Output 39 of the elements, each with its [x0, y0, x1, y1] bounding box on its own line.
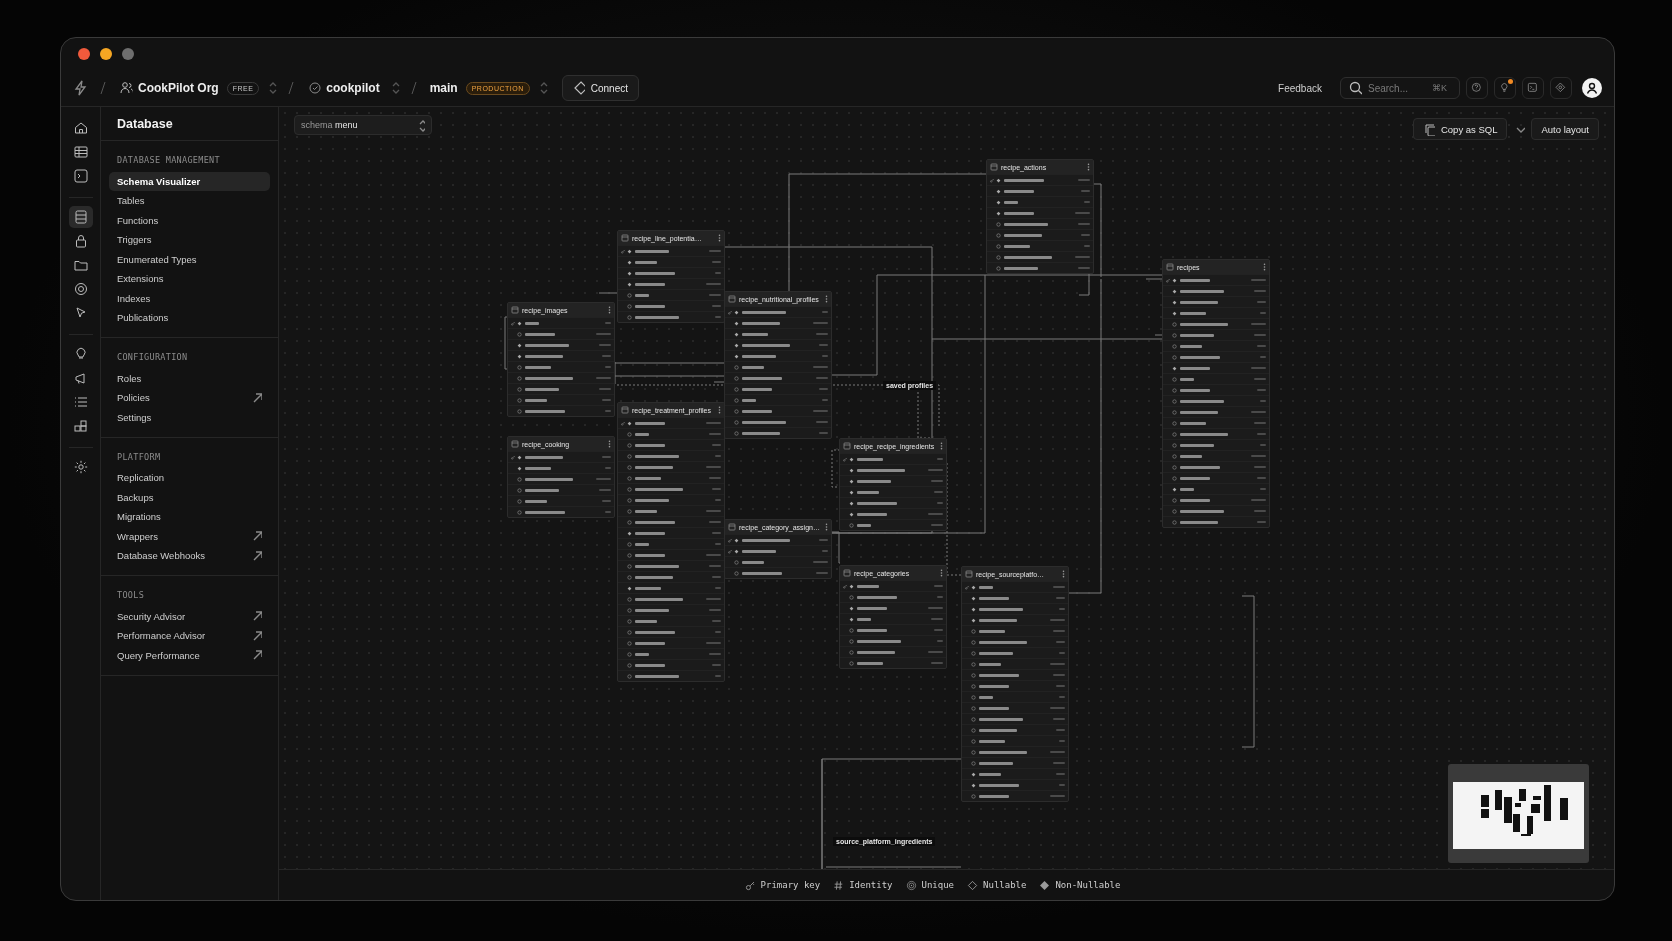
sidebar-item[interactable]: Settings	[109, 408, 270, 427]
sidebar-item[interactable]: Schema Visualizer	[109, 172, 270, 191]
section-heading: CONFIGURATION	[116, 351, 189, 364]
sidebar-item[interactable]: Enumerated Types	[109, 250, 270, 269]
sidebar-item[interactable]: Database Webhooks	[109, 546, 270, 565]
auto-layout-button[interactable]: Auto layout	[1531, 118, 1599, 140]
sidebar-item[interactable]: Security Advisor	[109, 607, 270, 626]
sidebar-item[interactable]: Performance Advisor	[109, 626, 270, 645]
project-selector[interactable]: cookpilot	[305, 80, 382, 96]
sidebar-item[interactable]: Extensions	[109, 269, 270, 288]
section-heading: DATABASE MANAGEMENT	[116, 154, 221, 167]
sidebar-item[interactable]: Functions	[109, 211, 270, 230]
copy-sql-button[interactable]: Copy as SQL	[1412, 118, 1508, 140]
sidebar-item[interactable]: Tables	[109, 191, 270, 210]
branch-selector[interactable]: main	[427, 81, 460, 95]
section-heading: TOOLS	[116, 589, 146, 602]
legend-label: Non-Nullable	[1055, 880, 1121, 890]
schema-select[interactable]: schema menu	[294, 115, 432, 135]
sidebar-title: Database	[101, 107, 278, 141]
sidebar-item[interactable]: Replication	[109, 468, 270, 487]
sidebar-item[interactable]: Wrappers	[109, 527, 270, 546]
feedback-button[interactable]: Feedback	[1272, 81, 1328, 95]
sidebar-item[interactable]: Migrations	[109, 507, 270, 526]
sidebar-item[interactable]: Policies	[109, 388, 270, 407]
legend-label: Identity	[849, 880, 893, 890]
search-field[interactable]: Search...	[1368, 82, 1426, 94]
sidebar-item[interactable]: Backups	[109, 488, 270, 507]
shortcut-hint: ⌘K	[1432, 83, 1447, 93]
connect-button[interactable]: Connect	[561, 75, 639, 101]
sidebar-item[interactable]: Triggers	[109, 230, 270, 249]
legend-label: Nullable	[983, 880, 1027, 890]
legend-label: Unique	[921, 880, 955, 890]
sidebar-item[interactable]: Roles	[109, 369, 270, 388]
sidebar-item[interactable]: Indexes	[109, 289, 270, 308]
sidebar-item[interactable]: Query Performance	[109, 646, 270, 665]
org-selector[interactable]: CookPilot Org	[117, 80, 221, 96]
section-heading: PLATFORM	[116, 450, 162, 464]
legend-label: Primary key	[760, 880, 821, 890]
sidebar-item[interactable]: Publications	[109, 308, 270, 327]
